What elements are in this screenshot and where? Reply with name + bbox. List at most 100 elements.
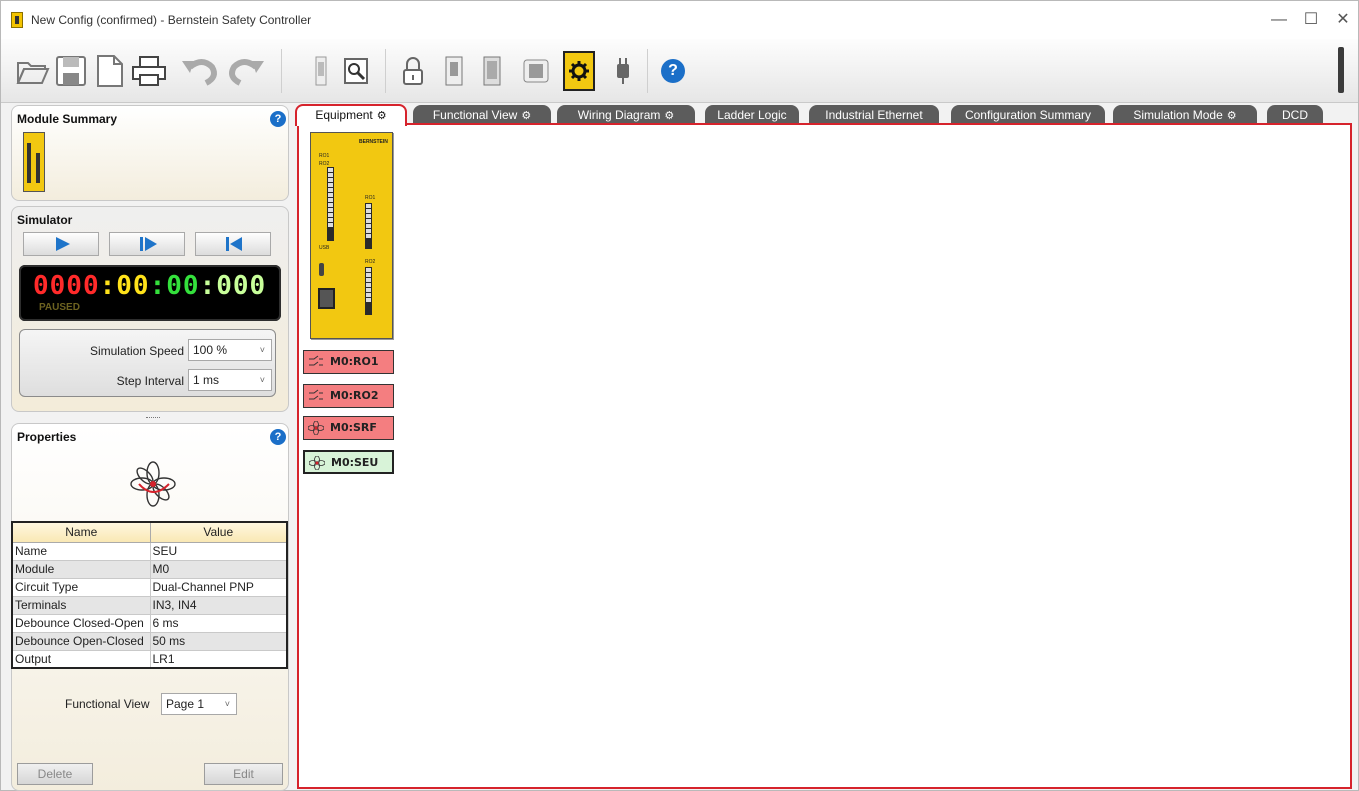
tab-functional-view[interactable]: Functional View ⚙	[413, 105, 551, 125]
tab-simulation-mode[interactable]: Simulation Mode ⚙	[1113, 105, 1257, 125]
relay-output-icon	[309, 355, 323, 366]
simulation-status: PAUSED	[39, 302, 80, 313]
step-interval-select[interactable]: 1 ms ˅	[188, 369, 272, 391]
function-block-m0-ro2[interactable]: M0:RO2	[303, 384, 394, 408]
toolbar-scrollbar[interactable]	[1338, 47, 1344, 93]
functional-view-page-select[interactable]: Page 1 ˅	[161, 693, 237, 715]
table-row[interactable]: Debounce Open-Closed 50 ms	[11, 631, 288, 651]
safety-function-icon	[309, 456, 325, 470]
reset-icon	[226, 237, 242, 251]
undo-icon	[182, 59, 217, 86]
safety-function-icon	[130, 461, 176, 507]
step-button[interactable]	[109, 232, 185, 256]
minimize-button[interactable]: —	[1264, 9, 1294, 31]
module-thumbnail[interactable]	[23, 132, 45, 192]
edit-button[interactable]: Edit	[204, 763, 283, 785]
chip-button[interactable]	[521, 51, 551, 91]
simulation-settings: Simulation Speed 100 % ˅ Step Interval 1…	[19, 329, 276, 397]
open-folder-button[interactable]	[15, 51, 51, 91]
inspect-icon	[344, 58, 368, 84]
tab-configuration-summary[interactable]: Configuration Summary	[951, 105, 1105, 125]
undo-button[interactable]	[179, 51, 221, 91]
properties-title: Properties	[17, 430, 77, 444]
inspect-button[interactable]	[341, 51, 371, 91]
module-summary-help-icon[interactable]: ?	[270, 111, 286, 127]
clock-digits: 0000:00:00:000	[33, 271, 266, 301]
tab-label: Simulation Mode	[1133, 108, 1223, 122]
property-value: Dual-Channel PNP	[149, 577, 288, 597]
function-block-m0-seu[interactable]: M0:SEU	[303, 450, 394, 474]
property-value: 50 ms	[149, 631, 288, 651]
close-button[interactable]: ✕	[1328, 9, 1358, 31]
property-name: Debounce Closed-Open	[11, 613, 151, 633]
lock-button[interactable]	[399, 51, 427, 91]
delete-button[interactable]: Delete	[17, 763, 93, 785]
table-row[interactable]: Circuit Type Dual-Channel PNP	[11, 577, 288, 597]
table-row[interactable]: Output LR1	[11, 649, 288, 669]
step-interval-value: 1 ms	[193, 373, 220, 387]
toolbar-separator	[647, 49, 648, 93]
property-name: Module	[11, 559, 151, 579]
simulation-clock: 0000:00:00:000 PAUSED	[19, 265, 281, 321]
table-row[interactable]: Name SEU	[11, 541, 288, 561]
simulation-speed-value: 100 %	[193, 343, 228, 357]
tab-equipment[interactable]: Equipment ⚙	[295, 104, 407, 126]
properties-help-icon[interactable]: ?	[270, 429, 286, 445]
simulation-speed-select[interactable]: 100 % ˅	[188, 339, 272, 361]
open-icon	[16, 62, 50, 84]
redo-icon	[229, 59, 264, 86]
play-button[interactable]	[23, 232, 99, 256]
device-brand: BERNSTEIN	[359, 139, 388, 145]
input-terminal-block	[327, 167, 334, 241]
clock-separator: :	[199, 271, 217, 301]
new-config-button[interactable]	[91, 51, 127, 91]
app-logo-icon	[11, 12, 23, 28]
tab-label: Industrial Ethernet	[825, 108, 923, 122]
table-row[interactable]: Debounce Closed-Open 6 ms	[11, 613, 288, 633]
panel-splitter[interactable]	[146, 417, 160, 419]
help-button[interactable]: ?	[659, 51, 687, 91]
module-icon	[315, 56, 327, 86]
tab-ladder-logic[interactable]: Ladder Logic	[705, 105, 799, 125]
table-row[interactable]: Module M0	[11, 559, 288, 579]
properties-table: Name Value Name SEU Module M0 Circuit Type…	[11, 521, 288, 669]
clock-millis: 000	[216, 271, 267, 301]
clock-counter: 0000	[33, 271, 100, 301]
property-value: IN3, IN4	[149, 595, 288, 615]
usb-port	[319, 263, 324, 276]
print-button[interactable]	[129, 51, 169, 91]
clock-separator: :	[149, 271, 167, 301]
redo-button[interactable]	[225, 51, 267, 91]
property-value: SEU	[149, 541, 288, 561]
maximize-button[interactable]: ☐	[1296, 9, 1326, 31]
module-summary-panel: Module Summary ?	[11, 105, 289, 201]
gear-icon: ⚙	[376, 110, 387, 122]
clock-hours: 00	[116, 271, 150, 301]
clock-minutes: 00	[166, 271, 200, 301]
add-module-button[interactable]	[309, 51, 333, 91]
save-button[interactable]	[53, 51, 89, 91]
tab-industrial-ethernet[interactable]: Industrial Ethernet	[809, 105, 939, 125]
settings-button[interactable]	[563, 51, 595, 91]
tab-dcd[interactable]: DCD	[1267, 105, 1323, 125]
window-title: New Config (confirmed) - Bernstein Safet…	[31, 13, 312, 27]
connect-button[interactable]	[613, 51, 633, 91]
module-summary-title: Module Summary	[17, 112, 118, 126]
reset-button[interactable]	[195, 232, 271, 256]
tab-label: Equipment	[315, 108, 373, 122]
tab-wiring-diagram[interactable]: Wiring Diagram ⚙	[557, 105, 695, 125]
functional-view-label: Functional View	[65, 697, 150, 711]
function-block-m0-srf[interactable]: M0:SRF	[303, 416, 394, 440]
toolbar-separator	[385, 49, 386, 93]
function-block-m0-ro1[interactable]: M0:RO1	[303, 350, 394, 374]
controller-button[interactable]	[441, 51, 467, 91]
controller-config-button[interactable]	[479, 51, 505, 91]
toolbar-separator	[281, 49, 282, 93]
property-value: M0	[149, 559, 288, 579]
device-label-usb: USB	[319, 245, 330, 251]
equipment-canvas[interactable]	[297, 123, 1352, 789]
table-row[interactable]: Terminals IN3, IN4	[11, 595, 288, 615]
function-block-label: M0:RO2	[330, 389, 379, 402]
property-name: Output	[11, 649, 151, 669]
property-value: 6 ms	[149, 613, 288, 633]
